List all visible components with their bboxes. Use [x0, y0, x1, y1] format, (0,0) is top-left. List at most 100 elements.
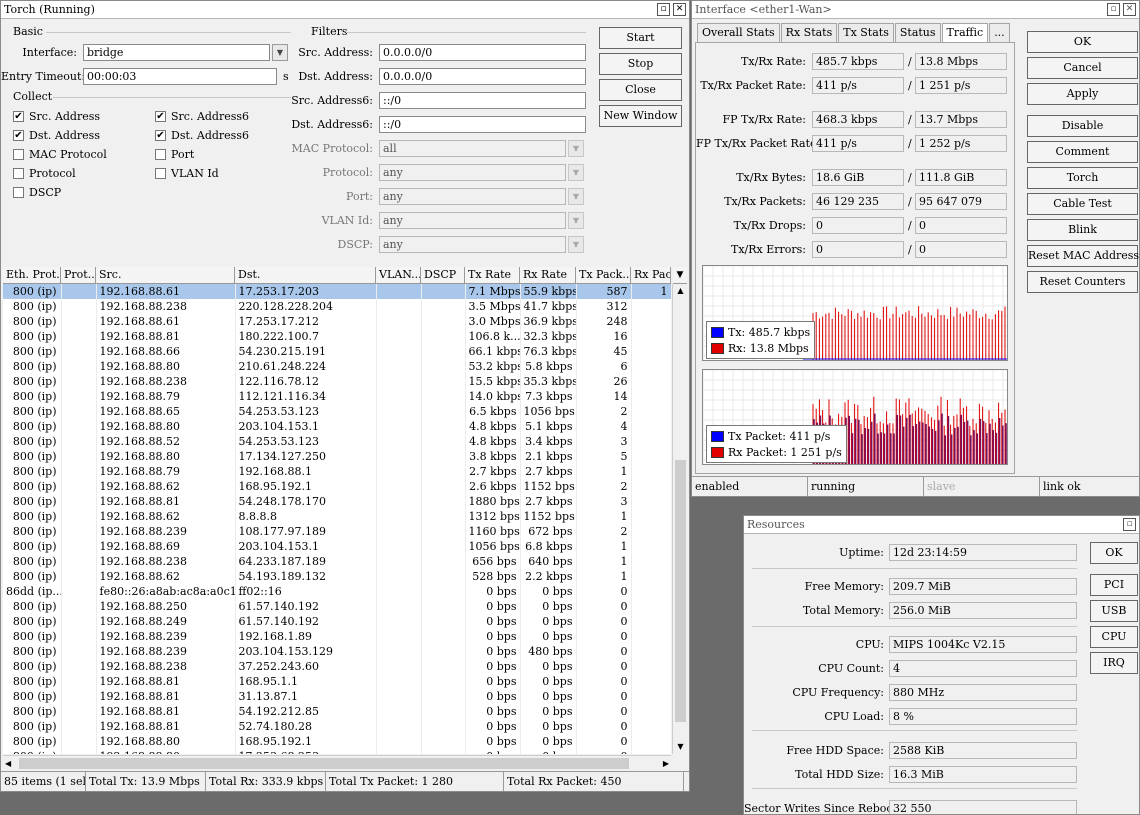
- column-header[interactable]: VLAN...: [376, 267, 421, 283]
- close-icon[interactable]: ✕: [1123, 3, 1136, 16]
- stop-button[interactable]: Stop: [599, 53, 682, 75]
- resources-ok-button[interactable]: OK: [1090, 542, 1138, 564]
- filter-dst-address6-input[interactable]: ::/0: [379, 116, 586, 133]
- table-row[interactable]: 800 (ip) 192.168.88.79 112.121.116.34 14.0 …: [3, 389, 671, 404]
- interface-dropdown-icon[interactable]: ▼: [272, 44, 288, 61]
- checkbox-icon[interactable]: ✔: [13, 111, 24, 122]
- column-menu-icon[interactable]: ▼: [673, 267, 687, 284]
- checkbox-icon[interactable]: [13, 187, 24, 198]
- table-row[interactable]: 800 (ip) 192.168.88.81 52.74.180.28 0 bps 0 …: [3, 719, 671, 734]
- table-row[interactable]: 800 (ip) 192.168.88.62 54.193.189.132 528 b…: [3, 569, 671, 584]
- restore-icon[interactable]: ▫: [1107, 3, 1120, 16]
- checkbox-icon[interactable]: [155, 168, 166, 179]
- iface-blink-button[interactable]: Blink: [1027, 219, 1138, 241]
- table-row[interactable]: 800 (ip) 192.168.88.81 54.248.178.170 1880 …: [3, 494, 671, 509]
- filter-dropdown-icon[interactable]: ▼: [568, 188, 584, 205]
- checkbox-icon[interactable]: ✔: [155, 130, 166, 141]
- table-row[interactable]: 800 (ip) 192.168.88.238 37.252.243.60 0 bps…: [3, 659, 671, 674]
- resources-cpu-button[interactable]: CPU: [1090, 626, 1138, 648]
- table-row[interactable]: 800 (ip) 192.168.88.81 31.13.87.1 0 bps 0 bp…: [3, 689, 671, 704]
- interface-select[interactable]: bridge: [83, 44, 270, 61]
- collect-vlan-id-checkbox[interactable]: VLAN Id: [155, 167, 219, 180]
- table-row[interactable]: 800 (ip) 192.168.88.79 192.168.88.1 2.7 kbp…: [3, 464, 671, 479]
- table-row[interactable]: 86dd (ip... fe80::26:a8ab:ac8a:a0c1 ff02::…: [3, 584, 671, 599]
- table-row[interactable]: 800 (ip) 192.168.88.62 8.8.8.8 1312 bps 1152…: [3, 509, 671, 524]
- table-row[interactable]: 800 (ip) 192.168.88.250 61.57.140.192 0 bps…: [3, 599, 671, 614]
- filter-port-input[interactable]: any: [379, 188, 566, 205]
- column-header[interactable]: Prot...: [61, 267, 96, 283]
- table-row[interactable]: 800 (ip) 192.168.88.81 54.192.212.85 0 bps 0…: [3, 704, 671, 719]
- resources-irq-button[interactable]: IRQ: [1090, 652, 1138, 674]
- h-scroll-thumb[interactable]: [19, 758, 629, 769]
- table-row[interactable]: 800 (ip) 192.168.88.69 203.104.153.1 1056 b…: [3, 539, 671, 554]
- table-row[interactable]: 800 (ip) 192.168.88.52 54.253.53.123 4.8 kb…: [3, 434, 671, 449]
- table-row[interactable]: 800 (ip) 192.168.88.238 64.233.187.189 656 …: [3, 554, 671, 569]
- table-row[interactable]: 800 (ip) 192.168.88.80 203.104.153.1 4.8 kb…: [3, 419, 671, 434]
- scroll-left-icon[interactable]: ◀: [5, 756, 11, 771]
- tab-overall-stats[interactable]: Overall Stats: [697, 23, 780, 42]
- tab-status[interactable]: Status: [894, 23, 941, 42]
- iface-ok-button[interactable]: OK: [1027, 31, 1138, 53]
- collect-src-address6-checkbox[interactable]: ✔ Src. Address6: [155, 110, 249, 123]
- iface-cable-test-button[interactable]: Cable Test: [1027, 193, 1138, 215]
- column-header[interactable]: DSCP: [421, 267, 465, 283]
- scroll-up-icon[interactable]: ▲: [673, 284, 688, 298]
- collect-dst-address-checkbox[interactable]: ✔ Dst. Address: [13, 129, 100, 142]
- horizontal-scrollbar[interactable]: ◀ ▶: [3, 755, 671, 771]
- iface-comment-button[interactable]: Comment: [1027, 141, 1138, 163]
- collect-dst-address6-checkbox[interactable]: ✔ Dst. Address6: [155, 129, 249, 142]
- filter-dscp-input[interactable]: any: [379, 236, 566, 253]
- collect-protocol-checkbox[interactable]: Protocol: [13, 167, 76, 180]
- table-row[interactable]: 800 (ip) 192.168.88.81 180.222.100.7 106.8 …: [3, 329, 671, 344]
- iface-torch-button[interactable]: Torch: [1027, 167, 1138, 189]
- filter-dropdown-icon[interactable]: ▼: [568, 164, 584, 181]
- tab--[interactable]: ...: [989, 23, 1010, 42]
- table-row[interactable]: 800 (ip) 192.168.88.80 210.61.248.224 53.2 …: [3, 359, 671, 374]
- checkbox-icon[interactable]: [155, 149, 166, 160]
- table-row[interactable]: 800 (ip) 192.168.88.62 168.95.192.1 2.6 kbp…: [3, 479, 671, 494]
- table-row[interactable]: 800 (ip) 192.168.88.80 17.134.127.250 3.8 k…: [3, 449, 671, 464]
- table-row[interactable]: 800 (ip) 192.168.88.81 168.95.1.1 0 bps 0 bp…: [3, 674, 671, 689]
- table-row[interactable]: 800 (ip) 192.168.88.239 203.104.153.129 0 b…: [3, 644, 671, 659]
- iface-reset-counters-button[interactable]: Reset Counters: [1027, 271, 1138, 293]
- start-button[interactable]: Start: [599, 27, 682, 49]
- filter-protocol-input[interactable]: any: [379, 164, 566, 181]
- checkbox-icon[interactable]: ✔: [155, 111, 166, 122]
- column-header[interactable]: Rx Rate: [520, 267, 576, 283]
- table-row[interactable]: 800 (ip) 192.168.88.238 122.116.78.12 15.5 …: [3, 374, 671, 389]
- filter-dst-address-input[interactable]: 0.0.0.0/0: [379, 68, 586, 85]
- column-header[interactable]: Src.: [96, 267, 235, 283]
- filter-src-address-input[interactable]: 0.0.0.0/0: [379, 44, 586, 61]
- vertical-scrollbar[interactable]: ▲ ▼: [672, 284, 688, 754]
- table-row[interactable]: 800 (ip)192.168.88.8017.253.68.2530 bps0…: [3, 749, 671, 754]
- filter-dropdown-icon[interactable]: ▼: [568, 236, 584, 253]
- close-button[interactable]: Close: [599, 79, 682, 101]
- table-row[interactable]: 800 (ip) 192.168.88.61 17.253.17.203 7.1 Mb…: [3, 284, 671, 299]
- table-row[interactable]: 800 (ip) 192.168.88.238 220.128.228.204 3.5…: [3, 299, 671, 314]
- filter-src-address6-input[interactable]: ::/0: [379, 92, 586, 109]
- iface-cancel-button[interactable]: Cancel: [1027, 57, 1138, 79]
- iface-reset-mac-address-button[interactable]: Reset MAC Address: [1027, 245, 1139, 267]
- table-row[interactable]: 800 (ip) 192.168.88.239 192.168.1.89 0 bps 0…: [3, 629, 671, 644]
- column-header[interactable]: Tx Rate: [465, 267, 520, 283]
- restore-icon[interactable]: ▫: [1123, 518, 1136, 531]
- column-header[interactable]: Rx Pack: [631, 267, 671, 283]
- tab-traffic[interactable]: Traffic: [941, 23, 989, 42]
- collect-src-address-checkbox[interactable]: ✔ Src. Address: [13, 110, 100, 123]
- collect-dscp-checkbox[interactable]: DSCP: [13, 186, 61, 199]
- iface-disable-button[interactable]: Disable: [1027, 115, 1138, 137]
- resources-usb-button[interactable]: USB: [1090, 600, 1138, 622]
- tab-tx-stats[interactable]: Tx Stats: [838, 23, 894, 42]
- filter-vlan-id-input[interactable]: any: [379, 212, 566, 229]
- resources-pci-button[interactable]: PCI: [1090, 574, 1138, 596]
- table-row[interactable]: 800 (ip) 192.168.88.61 17.253.17.212 3.0 Mb…: [3, 314, 671, 329]
- checkbox-icon[interactable]: [13, 168, 24, 179]
- scroll-thumb[interactable]: [675, 460, 686, 722]
- table-row[interactable]: 800 (ip) 192.168.88.66 54.230.215.191 66.1 …: [3, 344, 671, 359]
- scroll-down-icon[interactable]: ▼: [673, 740, 688, 754]
- filter-dropdown-icon[interactable]: ▼: [568, 140, 584, 157]
- column-header[interactable]: Eth. Prot...: [3, 267, 61, 283]
- close-icon[interactable]: ✕: [673, 3, 686, 16]
- checkbox-icon[interactable]: [13, 149, 24, 160]
- table-row[interactable]: 800 (ip) 192.168.88.80 168.95.192.1 0 bps 0 …: [3, 734, 671, 749]
